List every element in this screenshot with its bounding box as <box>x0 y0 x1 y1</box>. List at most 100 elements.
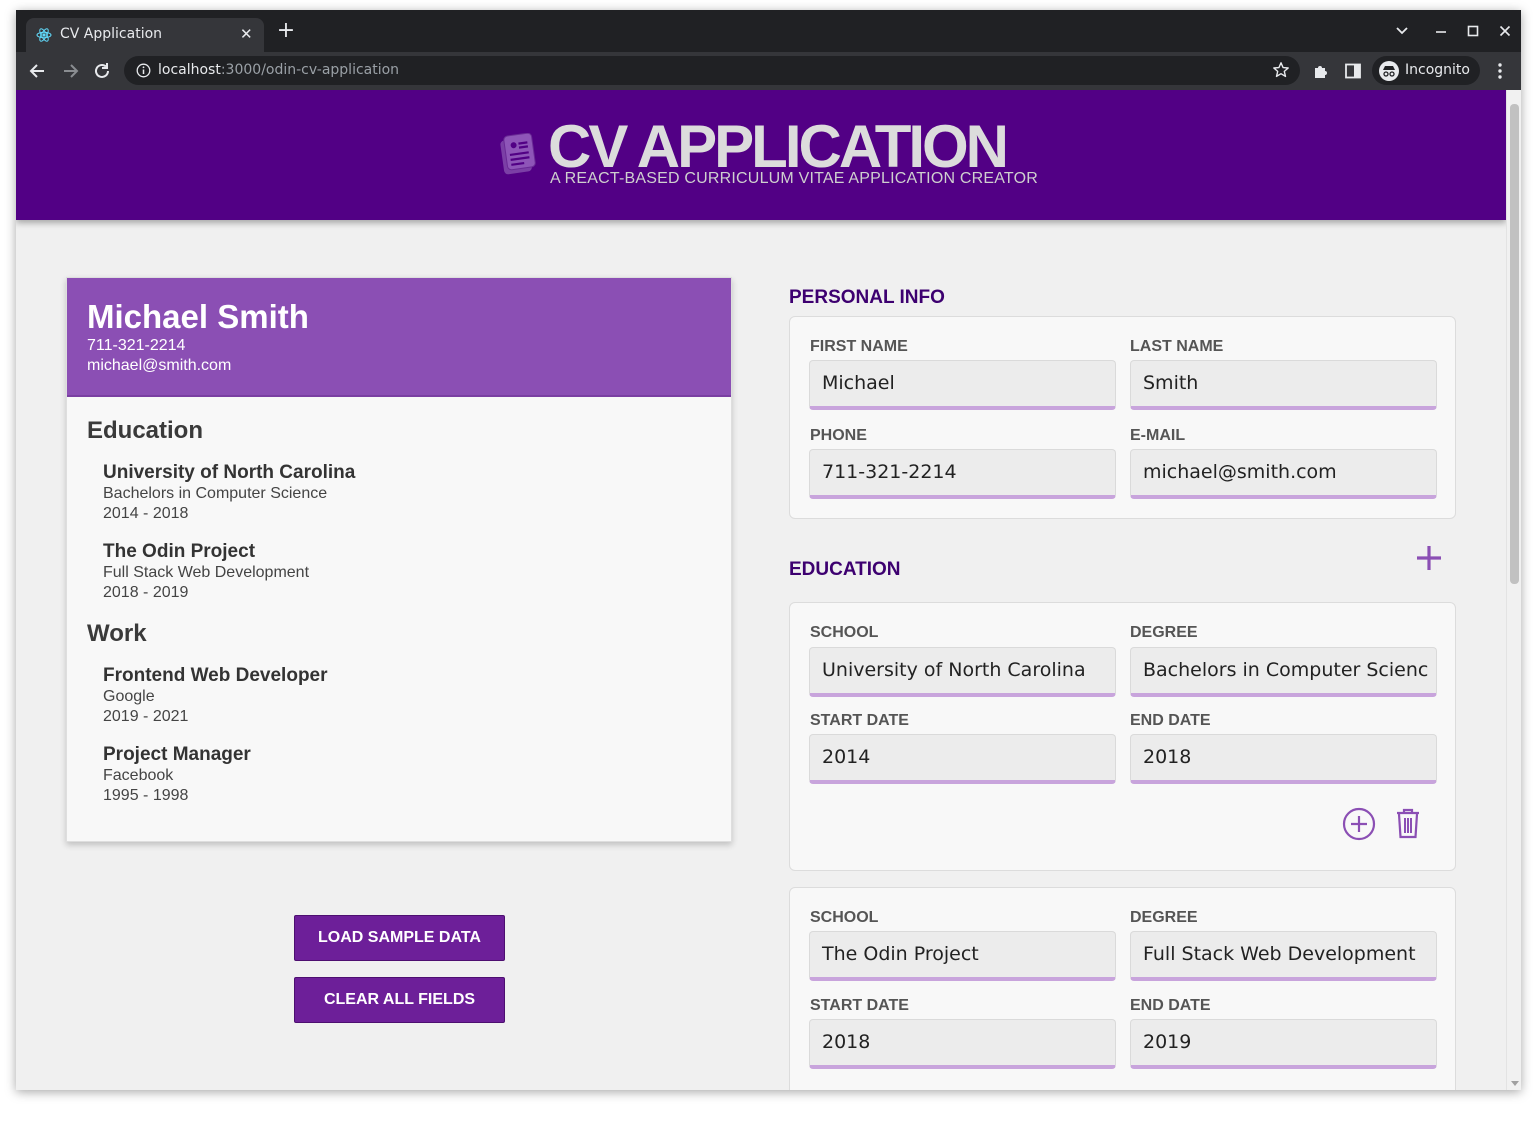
school-value: The Odin Project <box>822 943 979 965</box>
end-date-label: END DATE <box>1130 997 1211 1014</box>
react-icon <box>36 28 52 42</box>
tab-search-chevron-icon[interactable] <box>1396 26 1408 36</box>
browser-tab[interactable]: CV Application ✕ <box>26 18 264 52</box>
school-label: SCHOOL <box>810 624 879 641</box>
add-education-plus-icon[interactable] <box>1414 543 1444 573</box>
site-info-icon[interactable] <box>136 63 151 78</box>
browser-toolbar: localhost:3000/odin-cv-application Incog… <box>16 52 1521 90</box>
cv-phone: 711-321-2214 <box>87 337 186 354</box>
first-name-value: Michael <box>822 372 895 394</box>
scrollbar-thumb[interactable] <box>1510 104 1519 584</box>
maximize-icon[interactable] <box>1467 25 1479 37</box>
cv-work-dates: 2019 - 2021 <box>103 708 189 725</box>
school-input[interactable]: University of North Carolina <box>809 647 1116 697</box>
email-input[interactable]: michael@smith.com <box>1130 449 1437 499</box>
personal-info-card: FIRST NAME Michael LAST NAME Smith PHONE… <box>789 316 1456 519</box>
personal-info-heading: PERSONAL INFO <box>789 287 945 308</box>
cv-preview-header: Michael Smith 711-321-2214 michael@smith… <box>67 278 731 397</box>
cv-education-dates: 2014 - 2018 <box>103 505 189 522</box>
scroll-down-arrow-icon[interactable] <box>1511 1081 1519 1086</box>
cv-education-school: University of North Carolina <box>103 462 356 483</box>
cv-education-dates: 2018 - 2019 <box>103 584 189 601</box>
page-scrollbar[interactable] <box>1506 90 1521 1090</box>
start-date-input[interactable]: 2018 <box>809 1019 1116 1069</box>
email-label: E-MAIL <box>1130 427 1186 444</box>
school-input[interactable]: The Odin Project <box>809 931 1116 981</box>
start-date-label: START DATE <box>810 997 909 1014</box>
last-name-value: Smith <box>1143 372 1199 394</box>
start-date-value: 2018 <box>822 1031 871 1053</box>
phone-label: PHONE <box>810 427 867 444</box>
incognito-icon <box>1379 61 1399 81</box>
email-value: michael@smith.com <box>1143 461 1337 483</box>
first-name-input[interactable]: Michael <box>809 360 1116 410</box>
cv-work-entry: Frontend Web Developer Google 2019 - 202… <box>103 665 328 727</box>
degree-label: DEGREE <box>1130 909 1198 926</box>
cv-education-degree: Full Stack Web Development <box>103 564 310 581</box>
phone-input[interactable]: 711-321-2214 <box>809 449 1116 499</box>
load-sample-data-button[interactable]: LOAD SAMPLE DATA <box>294 915 505 961</box>
browser-window: CV Application ✕ + localhost:3000/odin-c… <box>16 10 1521 1090</box>
app-subtitle: A REACT-BASED CURRICULUM VITAE APPLICATI… <box>550 170 1039 187</box>
end-date-label: END DATE <box>1130 712 1211 729</box>
minimize-icon[interactable] <box>1435 30 1447 34</box>
extensions-puzzle-icon[interactable] <box>1312 62 1330 80</box>
cv-work-title: Frontend Web Developer <box>103 665 328 686</box>
cv-work-heading: Work <box>87 620 147 647</box>
end-date-value: 2018 <box>1143 746 1192 768</box>
end-date-input[interactable]: 2019 <box>1130 1019 1437 1069</box>
cv-education-degree: Bachelors in Computer Science <box>103 485 328 502</box>
back-arrow-icon[interactable] <box>27 60 49 82</box>
school-label: SCHOOL <box>810 909 879 926</box>
last-name-input[interactable]: Smith <box>1130 360 1437 410</box>
new-tab-icon[interactable]: + <box>276 20 296 42</box>
degree-input[interactable]: Bachelors in Computer Scienc <box>1130 647 1437 697</box>
start-date-input[interactable]: 2014 <box>809 734 1116 784</box>
url-host: localhost <box>158 62 221 78</box>
tab-strip: CV Application ✕ + <box>16 10 1521 52</box>
side-panel-icon[interactable] <box>1344 62 1362 80</box>
first-name-label: FIRST NAME <box>810 338 908 355</box>
add-circle-icon[interactable] <box>1341 806 1377 842</box>
degree-value: Bachelors in Computer Scienc <box>1143 659 1429 681</box>
url-path: :3000/odin-cv-application <box>220 62 400 78</box>
bookmark-star-icon[interactable] <box>1272 61 1290 79</box>
degree-value: Full Stack Web Development <box>1143 943 1416 965</box>
page-viewport: CV APPLICATION A REACT-BASED CURRICULUM … <box>16 90 1521 1090</box>
education-form-heading: EDUCATION <box>789 559 901 580</box>
incognito-label: Incognito <box>1405 62 1470 78</box>
tab-title: CV Application <box>60 26 163 42</box>
resume-document-icon <box>500 133 536 175</box>
education-entry-card: SCHOOL The Odin Project DEGREE Full Stac… <box>789 887 1456 1090</box>
start-date-value: 2014 <box>822 746 871 768</box>
address-bar[interactable]: localhost:3000/odin-cv-application <box>124 56 1300 85</box>
app-header: CV APPLICATION A REACT-BASED CURRICULUM … <box>16 90 1506 220</box>
reload-icon[interactable] <box>91 60 113 82</box>
cv-work-title: Project Manager <box>103 744 251 765</box>
last-name-label: LAST NAME <box>1130 338 1224 355</box>
forward-arrow-icon[interactable] <box>59 60 81 82</box>
cv-name: Michael Smith <box>87 298 309 335</box>
end-date-input[interactable]: 2018 <box>1130 734 1437 784</box>
cv-work-company: Facebook <box>103 767 174 784</box>
incognito-badge[interactable]: Incognito <box>1372 56 1480 85</box>
phone-value: 711-321-2214 <box>822 461 957 483</box>
cv-work-entry: Project Manager Facebook 1995 - 1998 <box>103 744 251 806</box>
degree-input[interactable]: Full Stack Web Development <box>1130 931 1437 981</box>
cv-email: michael@smith.com <box>87 357 232 374</box>
cv-education-heading: Education <box>87 417 204 444</box>
cv-preview: Michael Smith 711-321-2214 michael@smith… <box>66 277 732 842</box>
cv-education-entry: University of North Carolina Bachelors i… <box>103 462 355 524</box>
cv-education-entry: The Odin Project Full Stack Web Developm… <box>103 541 309 603</box>
tab-close-icon[interactable]: ✕ <box>240 25 253 43</box>
cv-work-dates: 1995 - 1998 <box>103 787 189 804</box>
cv-work-company: Google <box>103 688 155 705</box>
more-menu-icon[interactable] <box>1494 61 1506 81</box>
clear-all-fields-button[interactable]: CLEAR ALL FIELDS <box>294 977 505 1023</box>
trash-icon[interactable] <box>1390 805 1426 841</box>
degree-label: DEGREE <box>1130 624 1198 641</box>
end-date-value: 2019 <box>1143 1031 1192 1053</box>
education-entry-card: SCHOOL University of North Carolina DEGR… <box>789 602 1456 871</box>
cv-education-school: The Odin Project <box>103 541 256 562</box>
close-window-icon[interactable] <box>1499 25 1511 37</box>
